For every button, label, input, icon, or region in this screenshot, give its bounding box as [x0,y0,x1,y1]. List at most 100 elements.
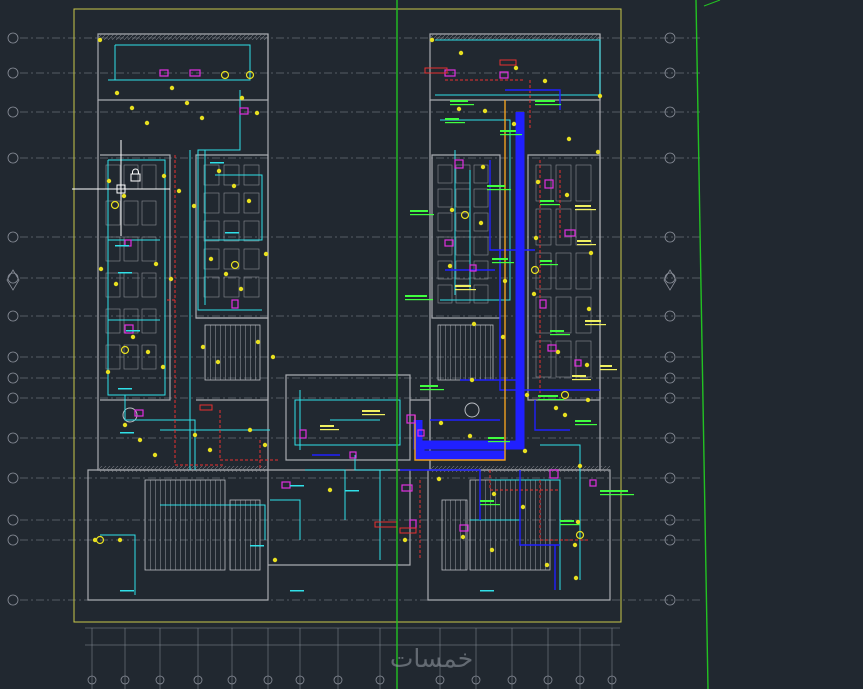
note [560,524,580,526]
fixture [176,188,182,194]
note [250,545,264,547]
fixture [524,392,530,398]
desk [243,248,260,270]
cad-viewport[interactable]: خمسات [0,0,863,689]
note [487,189,511,191]
note [290,590,304,592]
note [540,200,554,202]
stair [144,479,226,571]
note [455,285,471,287]
column [464,402,480,418]
fixture [239,107,249,115]
fixture [255,339,261,345]
desk [555,208,572,246]
fixture [539,299,547,309]
wire [414,100,506,461]
grid-bubble-icon [7,32,19,44]
fixture [263,251,269,257]
wall [527,154,601,401]
fixture [447,263,453,269]
note [488,441,510,443]
desk [141,236,157,262]
fixture [144,120,150,126]
desk [223,220,240,242]
wall [268,469,411,566]
fixture [98,266,104,272]
grid-bubble-icon [7,472,19,484]
grid-bubble-icon [7,351,19,363]
fixture [231,299,239,309]
note [480,504,500,506]
fixture [110,200,120,210]
note [575,424,597,426]
note [492,262,514,264]
green-diagonal-guide[interactable] [695,0,709,689]
note [455,289,476,291]
desk [473,236,489,256]
fixture [460,210,470,220]
floor-plan-drawing[interactable] [0,0,863,689]
fixture [478,220,484,226]
note [577,244,596,246]
orange-circuit [414,100,506,461]
desk [575,340,592,378]
fixture [238,286,244,292]
stair [229,499,261,571]
desk [555,252,572,290]
note [487,185,505,187]
note [600,494,634,496]
fixture [586,306,592,312]
fixture [513,65,519,71]
fixture [547,344,557,352]
note [560,520,574,522]
note [535,100,555,102]
fixture [560,390,570,400]
note [500,134,522,136]
fixture [584,362,590,368]
fixture [254,110,260,116]
grid-bubble-icon [7,272,19,284]
fixture [207,447,213,453]
fixture [460,534,466,540]
note [550,334,570,336]
fixture [438,420,444,426]
fixture [458,50,464,56]
fixture [491,491,497,497]
desk [455,236,471,256]
note [577,240,591,242]
note [115,245,129,247]
desk [535,208,552,246]
note [575,209,596,211]
desk [555,340,572,378]
fixture [533,235,539,241]
fixture [184,100,190,106]
grid-bubble-icon [7,534,19,546]
note [420,389,444,391]
desk [455,188,471,208]
note [499,59,517,66]
fixture [500,334,506,340]
note [120,432,134,434]
fixture [597,93,603,99]
fixture [247,427,253,433]
note [405,295,427,297]
note [540,204,560,206]
fixture [535,179,541,185]
fixture [564,229,576,237]
fixture [105,369,111,375]
fixture [130,334,136,340]
fixture [566,136,572,142]
desk [243,192,260,214]
note [600,369,617,371]
note [120,590,134,592]
note [126,330,140,332]
note [575,205,591,207]
note [450,104,474,106]
fixture [239,95,245,101]
fixture [436,476,442,482]
fixture [589,479,597,487]
desk [575,252,592,290]
note [480,500,494,502]
note [572,375,586,377]
note [538,395,558,397]
